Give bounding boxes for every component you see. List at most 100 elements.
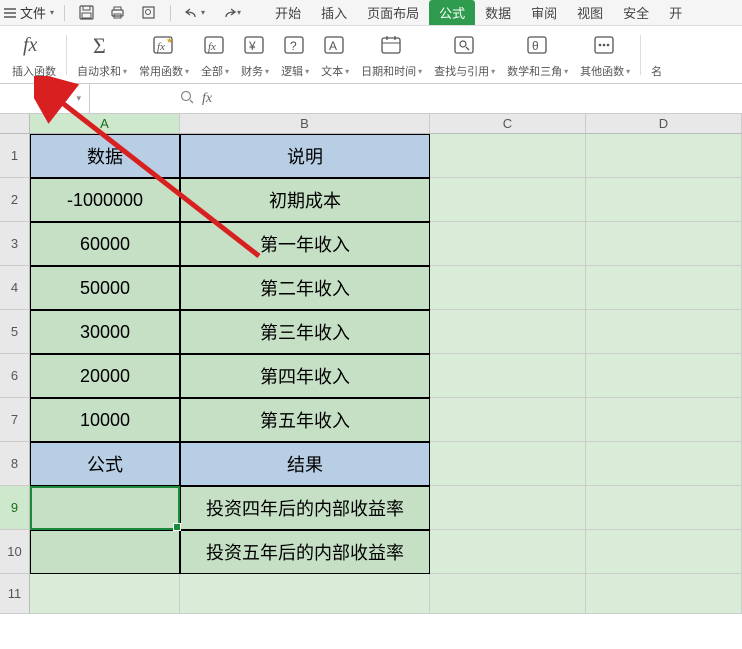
column-header-a[interactable]: A bbox=[30, 114, 180, 133]
cell[interactable] bbox=[180, 574, 430, 614]
table-row: 360000第一年收入 bbox=[0, 222, 742, 266]
ribbon-button[interactable]: fx全部▾ bbox=[195, 26, 235, 83]
column-headers: A B C D bbox=[0, 114, 742, 134]
cell[interactable]: 第三年收入 bbox=[180, 310, 430, 354]
undo-button[interactable]: ▾ bbox=[181, 4, 209, 21]
select-all-corner[interactable] bbox=[0, 114, 30, 133]
name-box[interactable]: A9 ▾ bbox=[0, 84, 90, 113]
cell[interactable]: 第二年收入 bbox=[180, 266, 430, 310]
row-header[interactable]: 2 bbox=[0, 178, 30, 222]
cell[interactable]: 公式 bbox=[30, 442, 180, 486]
menu-tab[interactable]: 审阅 bbox=[521, 0, 567, 25]
ribbon-label: 常用函数▾ bbox=[139, 63, 189, 83]
menu-tab[interactable]: 安全 bbox=[613, 0, 659, 25]
row-header[interactable]: 9 bbox=[0, 486, 30, 530]
menu-tab[interactable]: 开始 bbox=[265, 0, 311, 25]
table-row: 1数据说明 bbox=[0, 134, 742, 178]
cell[interactable] bbox=[430, 134, 586, 178]
cell[interactable] bbox=[586, 574, 742, 614]
row-header[interactable]: 5 bbox=[0, 310, 30, 354]
row-header[interactable]: 11 bbox=[0, 574, 30, 614]
cell[interactable]: 50000 bbox=[30, 266, 180, 310]
cell[interactable] bbox=[30, 574, 180, 614]
cell[interactable] bbox=[586, 310, 742, 354]
cell[interactable]: 第五年收入 bbox=[180, 398, 430, 442]
column-header-d[interactable]: D bbox=[586, 114, 742, 133]
cell[interactable]: 60000 bbox=[30, 222, 180, 266]
cell[interactable]: 投资五年后的内部收益率 bbox=[180, 530, 430, 574]
ribbon-button[interactable]: Σ自动求和▾ bbox=[71, 26, 133, 83]
cell[interactable] bbox=[30, 486, 180, 530]
cell[interactable]: 10000 bbox=[30, 398, 180, 442]
menu-bar: 文件 ▾ ▾ ▾ 开始插入页面布局公式数据审阅视图安全开 bbox=[0, 0, 742, 26]
cell[interactable] bbox=[430, 486, 586, 530]
cell[interactable]: 第四年收入 bbox=[180, 354, 430, 398]
cell[interactable] bbox=[586, 530, 742, 574]
cell[interactable] bbox=[430, 178, 586, 222]
row-header[interactable]: 4 bbox=[0, 266, 30, 310]
ribbon-button[interactable]: θ数学和三角▾ bbox=[501, 26, 574, 83]
print-preview-button[interactable] bbox=[137, 3, 160, 22]
cell[interactable]: 20000 bbox=[30, 354, 180, 398]
row-header[interactable]: 10 bbox=[0, 530, 30, 574]
ribbon-button[interactable]: 名 bbox=[645, 26, 668, 83]
cell[interactable] bbox=[430, 530, 586, 574]
cell[interactable]: 投资四年后的内部收益率 bbox=[180, 486, 430, 530]
cell[interactable]: 第一年收入 bbox=[180, 222, 430, 266]
cell[interactable] bbox=[430, 442, 586, 486]
menu-tab[interactable]: 开 bbox=[659, 0, 692, 25]
cancel-icon[interactable] bbox=[180, 90, 194, 107]
row-header[interactable]: 7 bbox=[0, 398, 30, 442]
cell[interactable] bbox=[586, 398, 742, 442]
ribbon-button[interactable]: ?逻辑▾ bbox=[275, 26, 315, 83]
ribbon-button[interactable]: ¥财务▾ bbox=[235, 26, 275, 83]
ribbon-button[interactable]: fx插入函数 bbox=[6, 26, 62, 83]
menu-tab[interactable]: 视图 bbox=[567, 0, 613, 25]
cell[interactable] bbox=[30, 530, 180, 574]
cell[interactable]: 说明 bbox=[180, 134, 430, 178]
cell[interactable] bbox=[430, 398, 586, 442]
cell[interactable] bbox=[586, 442, 742, 486]
ribbon-button[interactable]: fx★常用函数▾ bbox=[133, 26, 195, 83]
row-header[interactable]: 1 bbox=[0, 134, 30, 178]
column-header-b[interactable]: B bbox=[180, 114, 430, 133]
ribbon-button[interactable]: A文本▾ bbox=[315, 26, 355, 83]
chevron-down-icon: ▾ bbox=[418, 67, 422, 76]
cell[interactable]: 数据 bbox=[30, 134, 180, 178]
separator bbox=[64, 5, 65, 21]
cell[interactable] bbox=[430, 354, 586, 398]
menu-tab[interactable]: 数据 bbox=[475, 0, 521, 25]
cell[interactable] bbox=[586, 134, 742, 178]
cell[interactable] bbox=[430, 574, 586, 614]
formula-input[interactable] bbox=[220, 91, 732, 106]
cell[interactable] bbox=[586, 266, 742, 310]
cell[interactable] bbox=[586, 486, 742, 530]
table-row: 9 投资四年后的内部收益率 bbox=[0, 486, 742, 530]
cell[interactable]: 30000 bbox=[30, 310, 180, 354]
ribbon-button[interactable]: 其他函数▾ bbox=[574, 26, 636, 83]
file-menu[interactable]: 文件 ▾ bbox=[4, 3, 54, 22]
cell[interactable] bbox=[586, 222, 742, 266]
ribbon-button[interactable]: 日期和时间▾ bbox=[355, 26, 428, 83]
row-header[interactable]: 3 bbox=[0, 222, 30, 266]
cell[interactable]: -1000000 bbox=[30, 178, 180, 222]
row-header[interactable]: 6 bbox=[0, 354, 30, 398]
ribbon-button[interactable]: 查找与引用▾ bbox=[428, 26, 501, 83]
column-header-c[interactable]: C bbox=[430, 114, 586, 133]
chevron-down-icon: ▾ bbox=[305, 67, 309, 76]
print-button[interactable] bbox=[106, 3, 129, 22]
redo-button[interactable]: ▾ bbox=[217, 4, 245, 21]
cell[interactable] bbox=[430, 310, 586, 354]
menu-tab[interactable]: 页面布局 bbox=[357, 0, 429, 25]
cell[interactable] bbox=[430, 222, 586, 266]
cell[interactable] bbox=[586, 354, 742, 398]
cell[interactable] bbox=[586, 178, 742, 222]
menu-tab[interactable]: 插入 bbox=[311, 0, 357, 25]
cell[interactable] bbox=[430, 266, 586, 310]
cell[interactable]: 初期成本 bbox=[180, 178, 430, 222]
menu-tab[interactable]: 公式 bbox=[429, 0, 475, 25]
save-button[interactable] bbox=[75, 3, 98, 22]
fx-icon[interactable]: fx bbox=[202, 91, 212, 107]
cell[interactable]: 结果 bbox=[180, 442, 430, 486]
row-header[interactable]: 8 bbox=[0, 442, 30, 486]
